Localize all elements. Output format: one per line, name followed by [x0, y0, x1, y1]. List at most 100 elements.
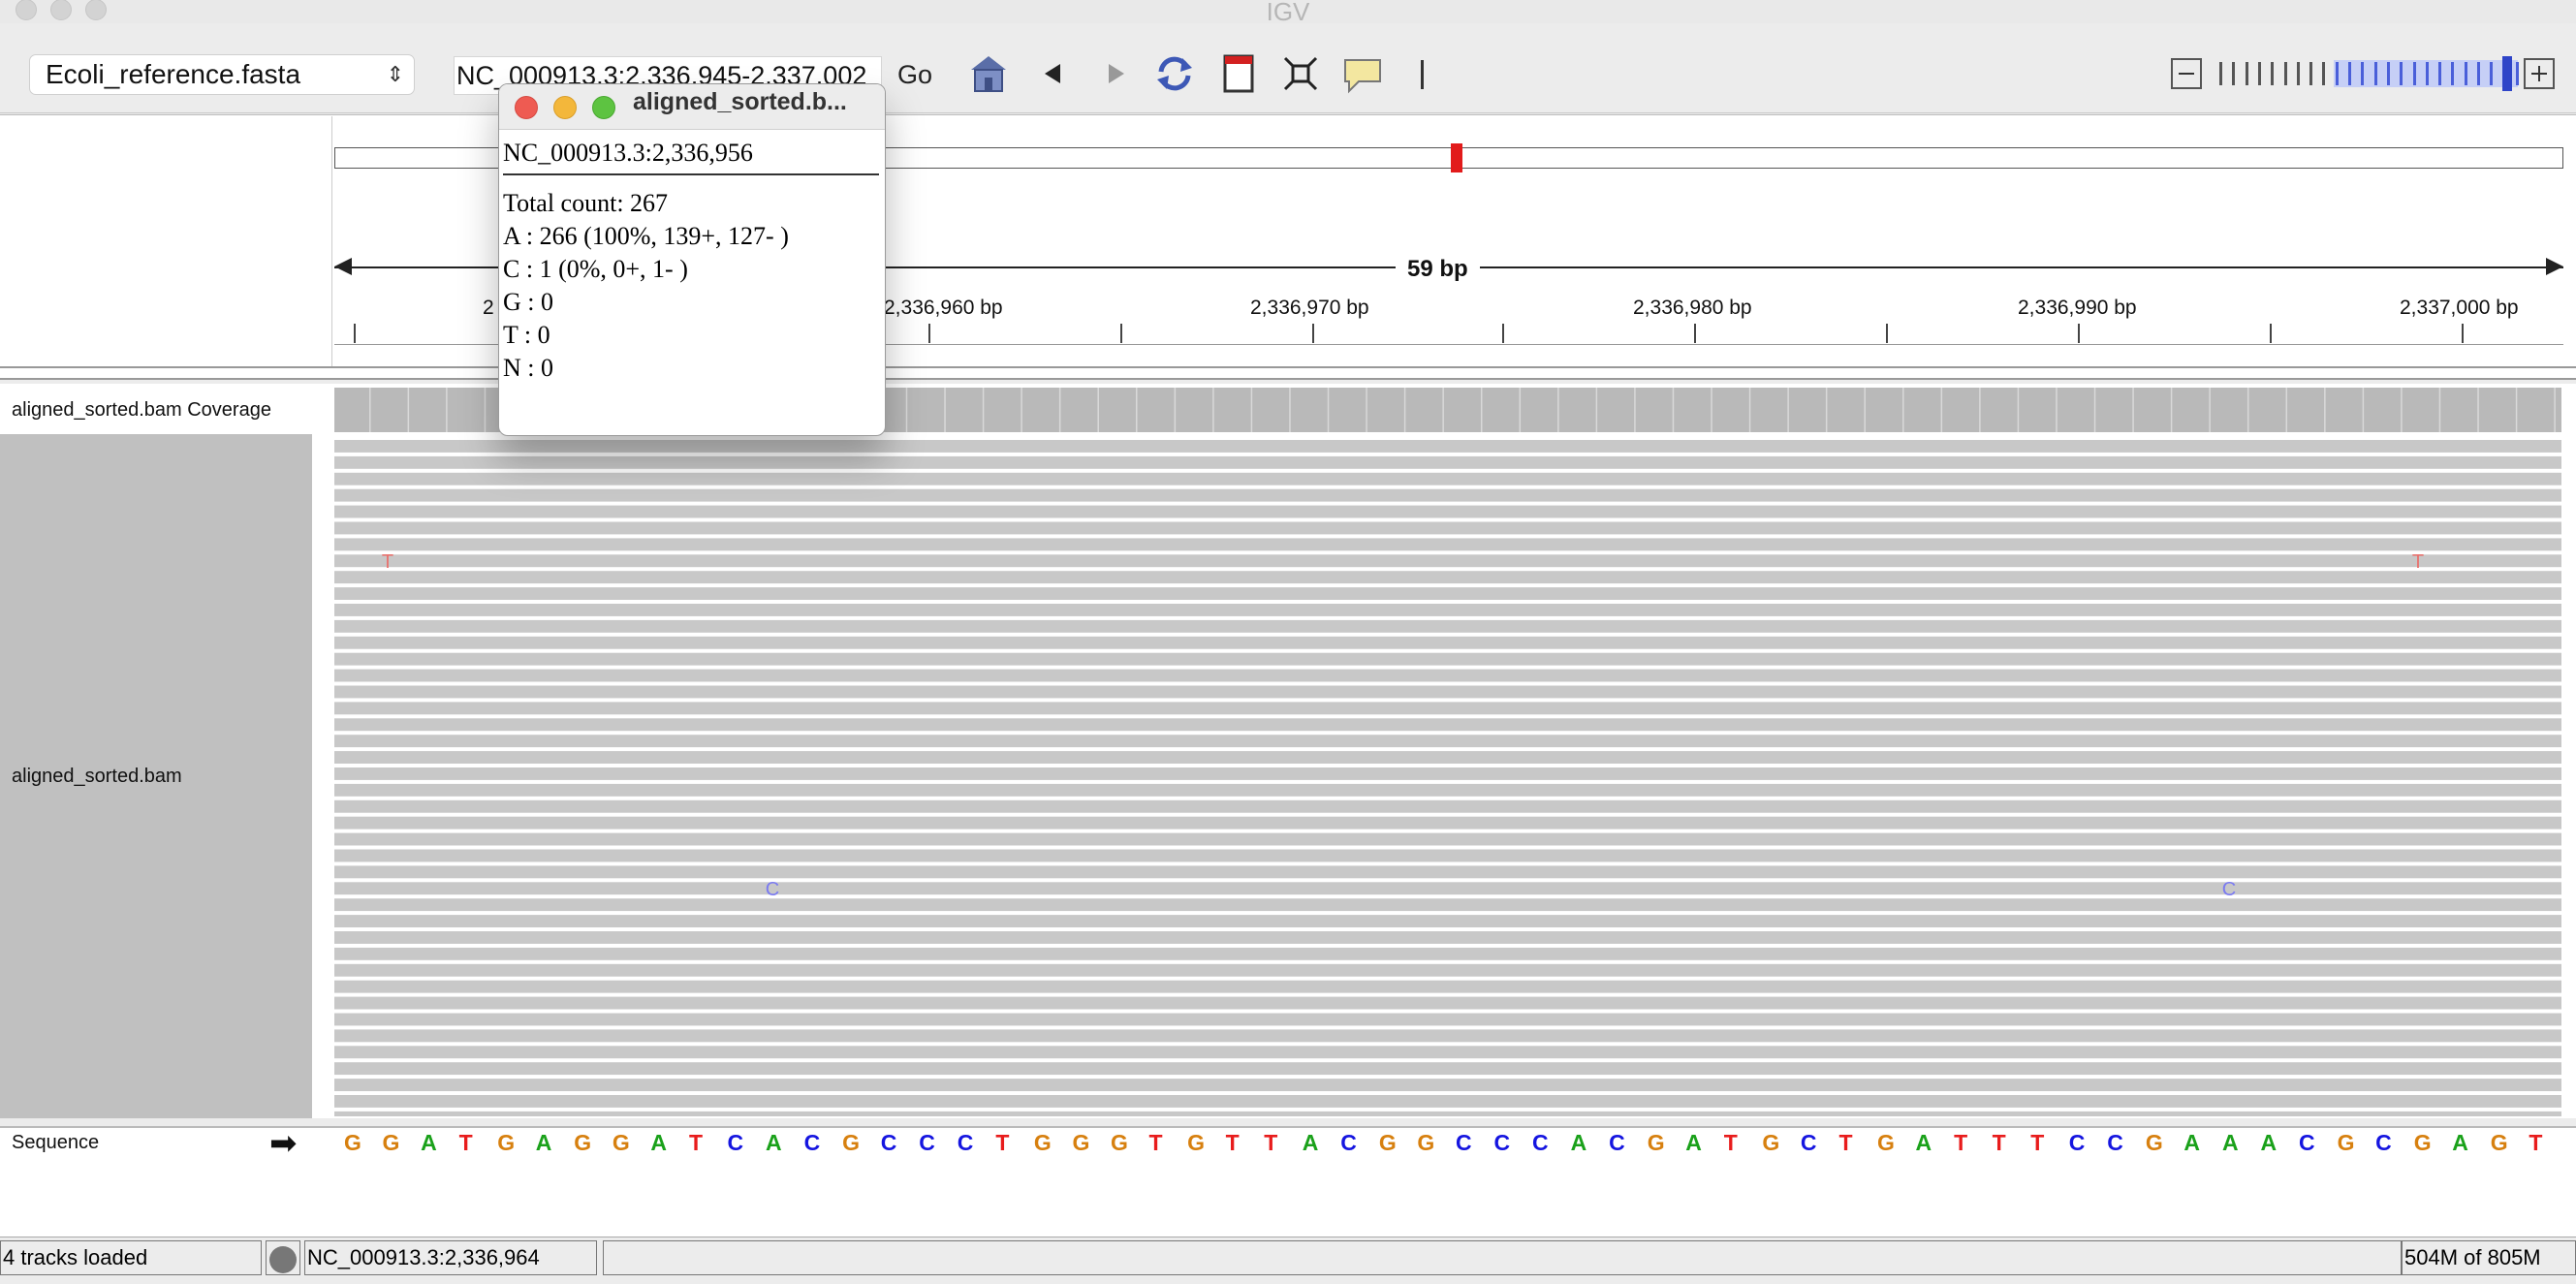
- mismatch-base: T: [2412, 551, 2424, 573]
- genome-dropdown[interactable]: Ecoli_reference.fasta ⇕: [29, 54, 415, 95]
- ruler-label: 2,337,000 bp: [2400, 297, 2519, 319]
- sequence-base[interactable]: C: [1494, 1130, 1511, 1156]
- sequence-base[interactable]: A: [2261, 1130, 2278, 1156]
- sequence-base[interactable]: T: [689, 1130, 703, 1156]
- sequence-base[interactable]: G: [2491, 1130, 2508, 1156]
- popup-text-speech-bubble-icon[interactable]: [1341, 52, 1384, 95]
- sequence-base[interactable]: T: [2529, 1130, 2542, 1156]
- sequence-base[interactable]: C: [728, 1130, 744, 1156]
- sequence-base[interactable]: C: [2299, 1130, 2315, 1156]
- sequence-base[interactable]: T: [1226, 1130, 1240, 1156]
- sequence-base[interactable]: G: [2338, 1130, 2355, 1156]
- zoom-tick: [2257, 62, 2261, 85]
- sequence-base[interactable]: A: [766, 1130, 782, 1156]
- zoom-out-button[interactable]: [2171, 58, 2202, 89]
- sequence-base[interactable]: C: [1340, 1130, 1357, 1156]
- ruler-label: 2,336,980 bp: [1633, 297, 1752, 319]
- sequence-base[interactable]: G: [1877, 1130, 1895, 1156]
- sequence-base[interactable]: G: [344, 1130, 361, 1156]
- popup-minimize-button[interactable]: [553, 96, 577, 119]
- sequence-base[interactable]: C: [1801, 1130, 1817, 1156]
- ruler-label: 2,336,990 bp: [2018, 297, 2137, 319]
- sequence-base[interactable]: T: [1838, 1130, 1852, 1156]
- read-row: [334, 652, 2561, 666]
- span-arrow-right: [2546, 258, 2563, 275]
- popup-locus: NC_000913.3:2,336,956: [503, 139, 879, 175]
- sequence-base[interactable]: T: [1264, 1130, 1277, 1156]
- sequence-base[interactable]: G: [1417, 1130, 1434, 1156]
- sequence-base[interactable]: G: [842, 1130, 860, 1156]
- sequence-base[interactable]: A: [1571, 1130, 1587, 1156]
- resize-to-window-icon[interactable]: [1279, 52, 1322, 95]
- coverage-track-name[interactable]: aligned_sorted.bam Coverage: [12, 399, 271, 422]
- read-row: [334, 1079, 2561, 1091]
- popup-close-button[interactable]: [515, 96, 538, 119]
- sequence-base[interactable]: G: [383, 1130, 400, 1156]
- sequence-base[interactable]: A: [421, 1130, 437, 1156]
- sequence-base[interactable]: G: [574, 1130, 591, 1156]
- ruler-tick: [354, 324, 356, 343]
- sequence-base[interactable]: T: [995, 1130, 1009, 1156]
- sequence-base[interactable]: C: [1532, 1130, 1549, 1156]
- strand-arrow-icon[interactable]: ➡: [269, 1124, 298, 1163]
- sequence-base[interactable]: G: [1072, 1130, 1089, 1156]
- zoom-tick: [2425, 62, 2429, 85]
- sequence-base[interactable]: C: [919, 1130, 935, 1156]
- alignment-track[interactable]: T T C C: [334, 438, 2561, 1116]
- sequence-base[interactable]: C: [881, 1130, 897, 1156]
- chevron-updown-icon: ⇕: [386, 62, 404, 86]
- refresh-icon[interactable]: [1153, 52, 1196, 95]
- go-button[interactable]: Go: [897, 60, 932, 90]
- sequence-base[interactable]: C: [2375, 1130, 2392, 1156]
- sequence-base[interactable]: A: [2452, 1130, 2468, 1156]
- read-row: [334, 571, 2561, 584]
- sequence-base[interactable]: G: [1379, 1130, 1397, 1156]
- zoom-tick: [2245, 62, 2248, 85]
- sequence-track-name[interactable]: Sequence: [12, 1132, 99, 1154]
- region-of-interest-icon[interactable]: [1217, 52, 1260, 95]
- forward-arrow-icon[interactable]: [1093, 52, 1136, 95]
- zoom-slider-thumb[interactable]: [2502, 56, 2512, 91]
- back-arrow-icon[interactable]: [1033, 52, 1076, 95]
- sequence-base[interactable]: T: [1724, 1130, 1738, 1156]
- sequence-base[interactable]: G: [1111, 1130, 1128, 1156]
- sequence-base[interactable]: T: [459, 1130, 473, 1156]
- zoom-in-button[interactable]: [2524, 58, 2555, 89]
- sequence-base[interactable]: G: [613, 1130, 630, 1156]
- panel-divider[interactable]: [0, 366, 2576, 380]
- zoom-tick: [2412, 62, 2416, 85]
- sequence-base[interactable]: T: [2030, 1130, 2044, 1156]
- sequence-base[interactable]: C: [804, 1130, 821, 1156]
- status-position: NC_000913.3:2,336,964: [304, 1240, 597, 1275]
- sequence-base[interactable]: C: [2107, 1130, 2123, 1156]
- sequence-base[interactable]: C: [958, 1130, 974, 1156]
- home-icon[interactable]: [967, 52, 1010, 95]
- alignment-track-name[interactable]: aligned_sorted.bam: [12, 766, 182, 788]
- sequence-base[interactable]: C: [2069, 1130, 2086, 1156]
- sequence-base[interactable]: T: [1149, 1130, 1163, 1156]
- sequence-base[interactable]: G: [2146, 1130, 2163, 1156]
- sequence-base[interactable]: A: [1916, 1130, 1932, 1156]
- sequence-base[interactable]: T: [1954, 1130, 1967, 1156]
- sequence-base[interactable]: G: [1034, 1130, 1052, 1156]
- sequence-base[interactable]: A: [650, 1130, 667, 1156]
- sequence-base[interactable]: C: [1456, 1130, 1472, 1156]
- popup-maximize-button[interactable]: [592, 96, 615, 119]
- sequence-base[interactable]: C: [1609, 1130, 1625, 1156]
- sequence-base[interactable]: A: [1685, 1130, 1702, 1156]
- ruler-tick: [1502, 324, 1504, 343]
- sequence-base[interactable]: G: [1762, 1130, 1779, 1156]
- read-row: [334, 832, 2561, 846]
- popup-count-c: C : 1 (0%, 0+, 1- ): [503, 255, 688, 283]
- sequence-base[interactable]: A: [2183, 1130, 2200, 1156]
- sequence-base[interactable]: G: [1187, 1130, 1205, 1156]
- sequence-base[interactable]: T: [1993, 1130, 2006, 1156]
- sequence-base[interactable]: A: [1303, 1130, 1319, 1156]
- sequence-base[interactable]: A: [536, 1130, 552, 1156]
- sequence-base[interactable]: G: [1648, 1130, 1665, 1156]
- sequence-base[interactable]: A: [2222, 1130, 2239, 1156]
- sequence-base[interactable]: G: [497, 1130, 515, 1156]
- read-row: [334, 669, 2561, 682]
- sequence-base[interactable]: G: [2414, 1130, 2432, 1156]
- current-region-marker: [1451, 143, 1462, 172]
